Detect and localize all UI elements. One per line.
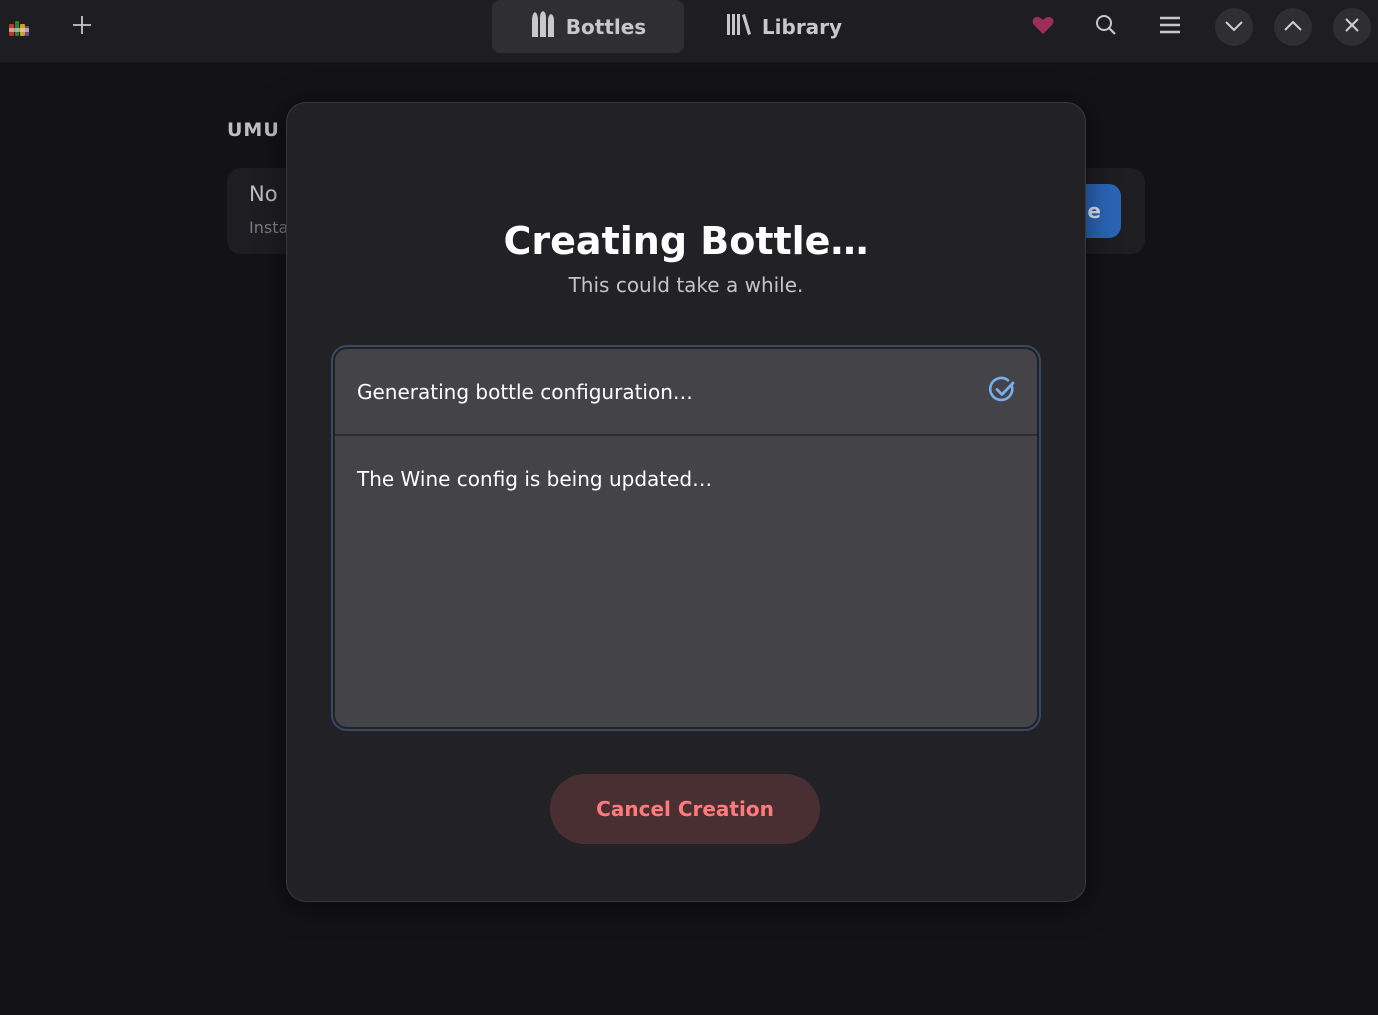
progress-log: Generating bottle configuration… The Win… bbox=[331, 345, 1041, 731]
add-bottle-button[interactable] bbox=[66, 11, 98, 43]
maximize-button[interactable] bbox=[1274, 8, 1312, 46]
step-label: Generating bottle configuration… bbox=[357, 379, 693, 404]
search-icon bbox=[1095, 14, 1117, 40]
library-icon bbox=[726, 12, 752, 41]
add-icon bbox=[72, 15, 92, 39]
card-title: No bbox=[249, 182, 278, 206]
main-menu-button[interactable] bbox=[1151, 8, 1189, 46]
bottles-icon bbox=[530, 10, 556, 43]
status-text: The Wine config is being updated… bbox=[357, 467, 713, 491]
dialog-title: Creating Bottle… bbox=[503, 219, 869, 263]
progress-log-content[interactable]: Generating bottle configuration… The Win… bbox=[335, 349, 1037, 727]
check-circle-icon bbox=[988, 376, 1017, 408]
tab-library-label: Library bbox=[761, 14, 843, 39]
donate-button[interactable] bbox=[1024, 8, 1062, 46]
chevron-down-icon bbox=[1224, 18, 1244, 37]
tab-bottles[interactable]: Bottles bbox=[492, 0, 684, 53]
search-button[interactable] bbox=[1087, 8, 1125, 46]
dialog-subtitle: This could take a while. bbox=[568, 273, 804, 297]
heart-icon bbox=[1032, 15, 1054, 39]
close-icon bbox=[1344, 17, 1360, 37]
step-row: Generating bottle configuration… bbox=[335, 349, 1037, 436]
app-icon bbox=[8, 16, 30, 38]
tab-library[interactable]: Library bbox=[684, 0, 884, 53]
card-subtitle: Insta bbox=[249, 218, 289, 237]
tab-bottles-label: Bottles bbox=[565, 14, 647, 39]
headerbar: Bottles Library bbox=[0, 0, 1378, 63]
view-switcher: Bottles Library bbox=[492, 0, 884, 53]
close-window-button[interactable] bbox=[1333, 8, 1371, 46]
creating-bottle-dialog: Creating Bottle… This could take a while… bbox=[286, 102, 1086, 902]
section-title: UMU bbox=[227, 119, 280, 141]
chevron-up-icon bbox=[1283, 18, 1303, 37]
cancel-creation-button[interactable]: Cancel Creation bbox=[550, 774, 820, 844]
menu-icon bbox=[1159, 15, 1181, 39]
minimize-button[interactable] bbox=[1215, 8, 1253, 46]
